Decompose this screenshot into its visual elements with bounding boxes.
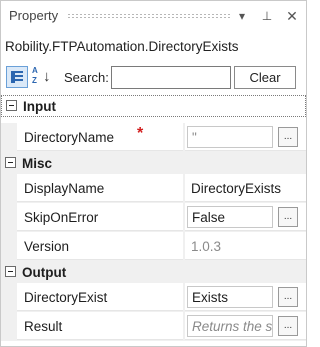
property-row-directoryname[interactable]: DirectoryName * " ... [1,123,306,152]
category-misc[interactable]: Misc [1,152,306,174]
property-row-directoryexist[interactable]: DirectoryExist Exists ... [1,283,306,312]
search-label: Search: [64,70,109,85]
title-bar: Property ▾ ⊥ ✕ [1,1,306,31]
category-output[interactable]: Output [1,261,306,283]
ellipsis-button[interactable]: ... [278,207,298,227]
property-name: DirectoryExist [24,290,108,305]
collapse-icon[interactable] [5,266,16,277]
property-value: 1.0.3 [191,239,222,254]
collapse-icon[interactable] [6,100,17,111]
version-value-cell: 1.0.3 [185,232,306,260]
directoryname-field[interactable]: " [187,126,273,148]
property-name-cell[interactable]: DisplayName [17,174,183,202]
title-grip[interactable] [67,13,230,19]
property-name: Version [24,239,70,254]
property-value: False [192,210,226,225]
activity-name: Robility.FTPAutomation.DirectoryExists [5,39,239,54]
ellipsis-button[interactable]: ... [278,127,298,147]
category-label: Input [23,99,56,114]
property-value: " [192,130,197,145]
alphabetical-sort-icon[interactable]: AZ ↓ [31,66,53,88]
property-name: DisplayName [24,181,105,196]
dropdown-icon[interactable]: ▾ [234,8,250,24]
property-panel: Property ▾ ⊥ ✕ Robility.FTPAutomation.Di… [0,0,307,347]
collapse-icon[interactable] [5,157,16,168]
property-name-cell[interactable]: SkipOnError [17,203,183,231]
property-grid: Input DirectoryName * " ... Misc Display… [1,95,306,341]
sort-arrow-icon: ↓ [43,68,51,85]
property-row-displayname[interactable]: DisplayName DirectoryExists [1,174,306,203]
alpha-top-letter: A [32,66,38,75]
property-value-cell[interactable]: Returns the su ... [185,312,306,340]
property-value: Exists [192,290,229,305]
ellipsis-button[interactable]: ... [278,316,298,336]
alpha-bottom-letter: Z [32,76,37,85]
property-value-cell[interactable]: False ... [185,203,306,231]
skiponerror-field[interactable]: False [187,206,273,228]
ellipsis-button[interactable]: ... [278,287,298,307]
required-indicator-icon: * [137,125,144,142]
property-value: DirectoryExists [191,181,282,196]
property-name-cell[interactable]: Result [17,312,183,340]
property-value-cell[interactable]: Exists ... [185,283,306,311]
property-toolbar: AZ ↓ Search: Clear [1,65,306,91]
search-input[interactable] [111,66,231,89]
category-input[interactable]: Input [1,95,306,117]
categorized-view-icon[interactable] [6,66,28,88]
property-name-cell[interactable]: DirectoryExist [17,283,183,311]
property-row-skiponerror[interactable]: SkipOnError False ... [1,203,306,232]
close-icon[interactable]: ✕ [284,8,300,24]
clear-button[interactable]: Clear [234,66,296,89]
category-label: Misc [22,156,53,171]
directoryexist-field[interactable]: Exists [187,286,273,308]
property-name-cell[interactable]: Version [17,232,183,260]
property-name: DirectoryName [24,130,115,145]
pin-icon[interactable]: ⊥ [259,8,275,24]
property-name: Result [24,319,63,334]
property-row-version[interactable]: Version 1.0.3 [1,232,306,261]
property-placeholder: Returns the su [192,319,273,334]
property-value-cell[interactable]: " ... [185,123,306,151]
panel-title: Property [9,8,59,23]
property-name: SkipOnError [24,210,99,225]
property-row-result[interactable]: Result Returns the su ... [1,312,306,341]
category-label: Output [22,265,67,280]
property-name-cell[interactable]: DirectoryName * [17,123,183,151]
displayname-field[interactable]: DirectoryExists [185,174,306,202]
result-field[interactable]: Returns the su [187,315,273,337]
